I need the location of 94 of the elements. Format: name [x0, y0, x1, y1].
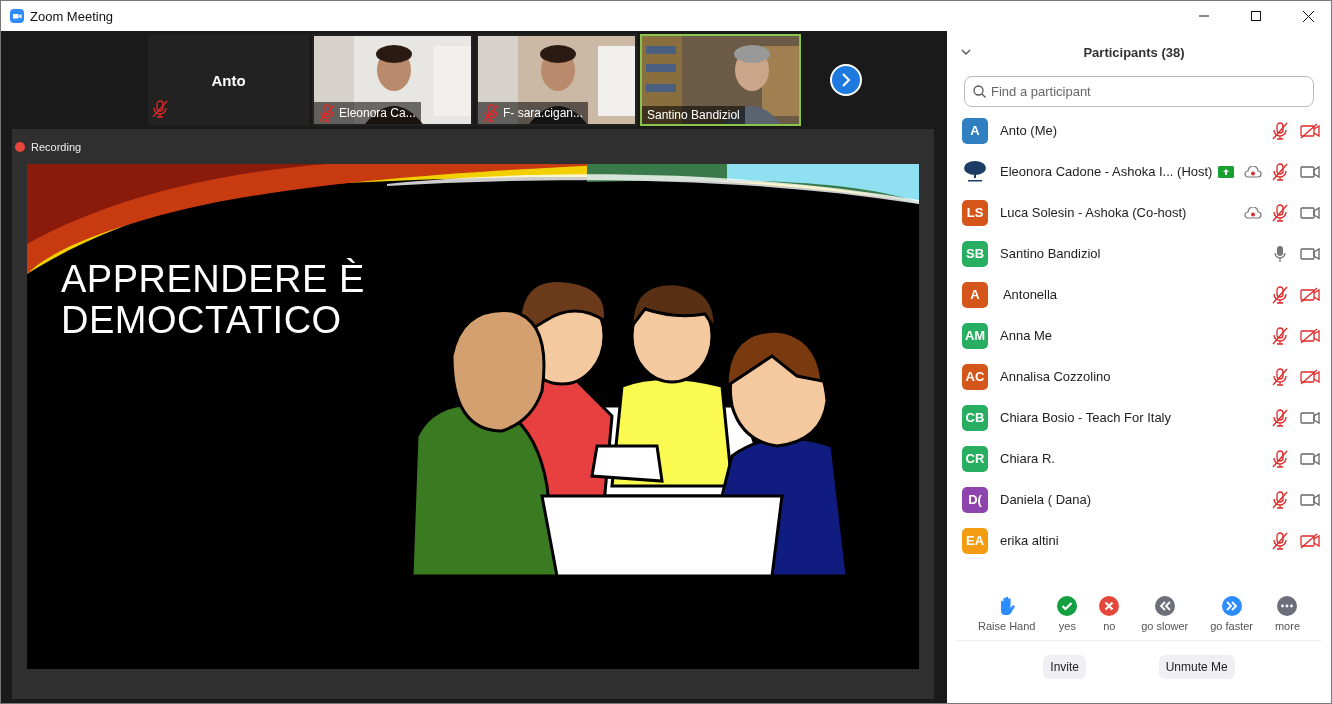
cloud-recording-icon	[1244, 206, 1263, 219]
mic-muted-icon	[483, 104, 499, 122]
participant-name: Santino Bandiziol	[1000, 246, 1102, 261]
participant-name: erika altini	[1000, 533, 1060, 548]
mic-muted-icon	[1272, 203, 1289, 222]
reaction-button[interactable]: more	[1274, 596, 1300, 632]
mic-muted-icon	[1272, 490, 1289, 509]
search-icon	[973, 85, 986, 98]
video-off-icon	[1300, 327, 1321, 344]
participant-row[interactable]: AC Annalisa Cozzolino	[947, 356, 1331, 397]
video-tile[interactable]: F- sara.cigan...	[476, 34, 637, 126]
collapse-chevron-icon[interactable]	[961, 49, 971, 55]
cross-icon	[1099, 596, 1120, 616]
reaction-button[interactable]: go faster	[1210, 596, 1253, 632]
avatar: AM	[962, 322, 988, 349]
video-off-icon	[1300, 368, 1321, 385]
video-tile[interactable]: Eleonora Ca...	[312, 34, 473, 126]
avatar: SB	[962, 240, 988, 267]
avatar: A	[962, 117, 988, 144]
reaction-button[interactable]: go slower	[1141, 596, 1189, 632]
chevron-right-icon	[840, 73, 852, 87]
video-camera-icon	[1300, 491, 1321, 508]
participant-row[interactable]: CR Chiara R.	[947, 438, 1331, 479]
video-camera-icon	[1300, 163, 1321, 180]
mic-muted-icon	[1272, 326, 1289, 345]
avatar: D(	[962, 486, 988, 513]
participant-name: Anna Me	[1000, 328, 1054, 343]
maximize-icon	[1251, 11, 1261, 21]
next-page-button[interactable]	[830, 64, 862, 96]
avatar: LS	[962, 199, 988, 226]
panel-button[interactable]: Unmute Me	[1158, 655, 1235, 679]
rewind-icon	[1154, 596, 1175, 616]
participant-name: Annalisa Cozzolino	[1000, 369, 1112, 384]
microphone-icon	[1272, 244, 1289, 263]
video-camera-icon	[1300, 409, 1321, 426]
participant-name: Chiara R.	[1000, 451, 1056, 466]
participant-row[interactable]: D( Daniela ( Dana)	[947, 479, 1331, 520]
participant-name: Anto	[211, 71, 246, 89]
video-off-icon	[1300, 286, 1321, 303]
mic-muted-icon	[319, 104, 335, 122]
video-tile[interactable]: Santino Bandiziol	[640, 34, 801, 126]
participant-name: Daniela ( Dana)	[1000, 492, 1093, 507]
recording-label: Recording	[31, 140, 82, 153]
video-camera-icon	[1300, 245, 1321, 262]
record-dot-icon	[15, 141, 25, 152]
participant-row[interactable]: CB Chiara Bosio - Teach For Italy	[947, 397, 1331, 438]
participant-name: Eleonora Cadone - Ashoka I... (Host)	[1000, 164, 1213, 179]
participant-row[interactable]: SB Santino Bandiziol	[947, 233, 1331, 274]
participant-name: Anto (Me)	[1000, 123, 1059, 138]
video-camera-icon	[1300, 204, 1321, 221]
mic-muted-icon	[1272, 408, 1289, 427]
mic-muted-icon	[1272, 531, 1289, 550]
video-off-icon	[1300, 532, 1321, 549]
participant-row[interactable]: EA erika altini	[947, 520, 1331, 561]
avatar: A	[962, 281, 988, 308]
close-icon	[1302, 10, 1314, 22]
cloud-recording-icon	[1244, 165, 1263, 178]
mic-muted-icon	[1272, 449, 1289, 468]
mic-muted-icon	[152, 100, 168, 118]
mic-muted-icon	[1272, 162, 1289, 181]
screen-share-icon	[1218, 165, 1235, 178]
video-caption: Santino Bandiziol	[642, 106, 745, 124]
mic-muted-icon	[1272, 121, 1289, 140]
panel-button[interactable]: Invite	[1043, 655, 1086, 679]
fast-forward-icon	[1221, 596, 1242, 616]
participant-row[interactable]: A Antonella	[947, 274, 1331, 315]
avatar: EA	[962, 527, 988, 554]
panel-title: Participants (38)	[1082, 44, 1186, 60]
participant-row[interactable]: A Anto (Me)	[947, 110, 1331, 151]
window-title: Zoom Meeting	[30, 8, 115, 24]
mic-muted-icon	[1272, 367, 1289, 386]
slide-title: APPRENDERE È DEMOCTATICO	[61, 259, 366, 341]
participant-row[interactable]: Eleonora Cadone - Ashoka I... (Host)	[947, 151, 1331, 192]
avatar: CR	[962, 445, 988, 472]
app-logo-icon	[10, 9, 24, 23]
video-caption: Eleonora Ca...	[314, 102, 421, 124]
participant-row[interactable]: AM Anna Me	[947, 315, 1331, 356]
participant-name: Chiara Bosio - Teach For Italy	[1000, 410, 1172, 425]
participant-name: Luca Solesin - Ashoka (Co-host)	[1000, 205, 1188, 220]
mic-muted-icon	[1272, 285, 1289, 304]
participant-name: Antonella	[1001, 287, 1059, 302]
reaction-button[interactable]: Raise Hand	[977, 596, 1036, 632]
participant-row[interactable]: LS Luca Solesin - Ashoka (Co-host)	[947, 192, 1331, 233]
avatar: CB	[962, 404, 988, 431]
check-icon	[1057, 596, 1078, 616]
video-tile[interactable]: Anto	[148, 34, 309, 126]
video-camera-icon	[1300, 450, 1321, 467]
reaction-button[interactable]: no	[1099, 596, 1120, 632]
avatar: AC	[962, 363, 988, 390]
video-caption: F- sara.cigan...	[478, 102, 589, 124]
video-off-icon	[1300, 122, 1321, 139]
more-icon	[1277, 596, 1298, 616]
search-field[interactable]: Find a participant	[964, 76, 1314, 107]
reaction-button[interactable]: yes	[1057, 596, 1078, 632]
